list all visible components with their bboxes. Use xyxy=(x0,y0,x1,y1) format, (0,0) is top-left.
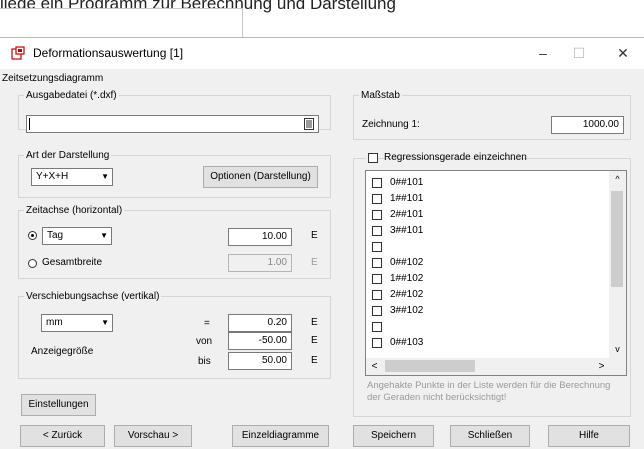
title-bar: Deformationsauswertung [1] – ☐ ✕ xyxy=(0,38,644,69)
list-item-checkbox[interactable] xyxy=(372,178,382,188)
list-item-checkbox[interactable] xyxy=(372,242,382,252)
from-label: von xyxy=(196,336,213,347)
background-frame xyxy=(0,8,243,37)
background-page: liege ein Programm zur Berechnung und Da… xyxy=(0,0,644,38)
regression-label: Regressionsgerade einzeichnen xyxy=(384,152,527,163)
list-item-checkbox[interactable] xyxy=(372,258,382,268)
display-mode-value: Y+X+H xyxy=(36,171,69,182)
time-axis-legend: Zeitachse (horizontal) xyxy=(26,205,123,216)
regression-checkbox[interactable] xyxy=(368,153,378,163)
displacement-scale-suffix: E xyxy=(311,317,318,328)
list-item-label: 2##101 xyxy=(390,209,424,220)
scroll-right-icon[interactable]: > xyxy=(593,358,610,375)
chevron-down-icon: ▼ xyxy=(100,231,108,240)
scroll-left-icon[interactable]: < xyxy=(366,358,383,375)
close-dialog-button[interactable]: Schließen xyxy=(450,425,530,447)
to-label: bis xyxy=(198,356,211,367)
day-value-input[interactable]: 10.00 xyxy=(228,228,292,246)
display-options-button[interactable]: Optionen (Darstellung) xyxy=(203,166,318,188)
from-input[interactable]: -50.00 xyxy=(228,332,292,350)
maximize-button[interactable]: ☐ xyxy=(564,43,594,63)
horizontal-scrollbar[interactable]: < > xyxy=(366,358,610,375)
displacement-unit-value: mm xyxy=(46,317,63,328)
scale-label: Zeichnung 1: xyxy=(362,119,420,130)
total-width-label: Gesamtbreite xyxy=(42,257,103,268)
displacement-axis-legend: Verschiebungsachse (vertikal) xyxy=(26,291,160,302)
day-unit-value: Tag xyxy=(47,230,64,241)
dialog-subtitle: Zeitsetzungsdiagramm xyxy=(2,73,104,84)
point-list[interactable]: 0##101 1##101 2##101 3##101 0##102 1##102 2##1… xyxy=(365,170,627,376)
save-button[interactable]: Speichern xyxy=(353,425,434,447)
hscroll-thumb[interactable] xyxy=(385,360,475,372)
list-item-label: 3##102 xyxy=(390,305,424,316)
chevron-down-icon: ▼ xyxy=(101,172,109,181)
back-button[interactable]: < Zurück xyxy=(20,425,105,447)
scroll-down-icon[interactable]: v xyxy=(609,341,626,358)
displacement-scale-input[interactable]: 0.20 xyxy=(228,314,292,332)
vertical-scrollbar[interactable]: ^ v xyxy=(609,171,626,375)
list-item-label: 1##101 xyxy=(390,193,424,204)
list-item-checkbox[interactable] xyxy=(372,210,382,220)
settings-button[interactable]: Einstellungen xyxy=(21,394,96,416)
list-item-checkbox[interactable] xyxy=(372,274,382,284)
display-type-legend: Art der Darstellung xyxy=(26,150,110,161)
list-item-label: 2##102 xyxy=(390,289,424,300)
scroll-thumb[interactable] xyxy=(611,191,623,287)
scale-input[interactable]: 1000.00 xyxy=(551,116,624,134)
minimize-button[interactable]: – xyxy=(528,43,558,63)
window-title: Deformationsauswertung [1] xyxy=(33,46,184,60)
single-diagrams-button[interactable]: Einzeldiagramme xyxy=(232,425,329,447)
app-icon xyxy=(11,46,25,60)
list-item-label: 0##103 xyxy=(390,337,424,348)
chevron-down-icon: ▼ xyxy=(101,318,109,327)
display-size-label: Anzeigegröße xyxy=(31,346,94,357)
regression-hint: Angehakte Punkte in der Liste werden für… xyxy=(367,380,611,403)
list-item-checkbox[interactable] xyxy=(372,226,382,236)
scale-equals-label: = xyxy=(204,318,210,329)
from-suffix: E xyxy=(311,335,318,346)
list-item-checkbox[interactable] xyxy=(372,338,382,348)
list-item-checkbox[interactable] xyxy=(372,290,382,300)
list-item-checkbox[interactable] xyxy=(372,306,382,316)
dialog-window: Deformationsauswertung [1] – ☐ ✕ Zeitset… xyxy=(0,37,644,449)
total-width-radio[interactable] xyxy=(28,259,37,268)
total-width-suffix: E xyxy=(311,257,318,268)
regression-toggle[interactable]: Regressionsgerade einzeichnen xyxy=(366,151,527,165)
day-unit-select[interactable]: Tag ▼ xyxy=(42,227,112,245)
day-radio[interactable] xyxy=(28,231,37,240)
to-input[interactable]: 50.00 xyxy=(228,352,292,370)
list-item-label: 1##102 xyxy=(390,273,424,284)
day-unit-suffix: E xyxy=(311,230,318,241)
list-item-checkbox[interactable] xyxy=(372,194,382,204)
scroll-up-icon[interactable]: ^ xyxy=(609,171,626,188)
list-item-label: 3##101 xyxy=(390,225,424,236)
preview-button[interactable]: Vorschau > xyxy=(114,425,192,447)
text-cursor xyxy=(29,118,30,130)
output-file-input[interactable] xyxy=(26,115,319,133)
to-suffix: E xyxy=(311,355,318,366)
close-button[interactable]: ✕ xyxy=(608,43,638,63)
help-button[interactable]: Hilfe xyxy=(548,425,630,447)
total-width-input[interactable]: 1.00 xyxy=(228,254,292,272)
scale-legend: Maßstab xyxy=(361,90,400,101)
list-item-label: 0##101 xyxy=(390,177,424,188)
list-item-checkbox[interactable] xyxy=(372,322,382,332)
display-mode-select[interactable]: Y+X+H ▼ xyxy=(31,168,113,186)
output-file-legend: Ausgabedatei (*.dxf) xyxy=(26,90,117,101)
browse-file-icon[interactable] xyxy=(304,118,314,130)
displacement-unit-select[interactable]: mm ▼ xyxy=(41,314,113,332)
list-item-label: 0##102 xyxy=(390,257,424,268)
